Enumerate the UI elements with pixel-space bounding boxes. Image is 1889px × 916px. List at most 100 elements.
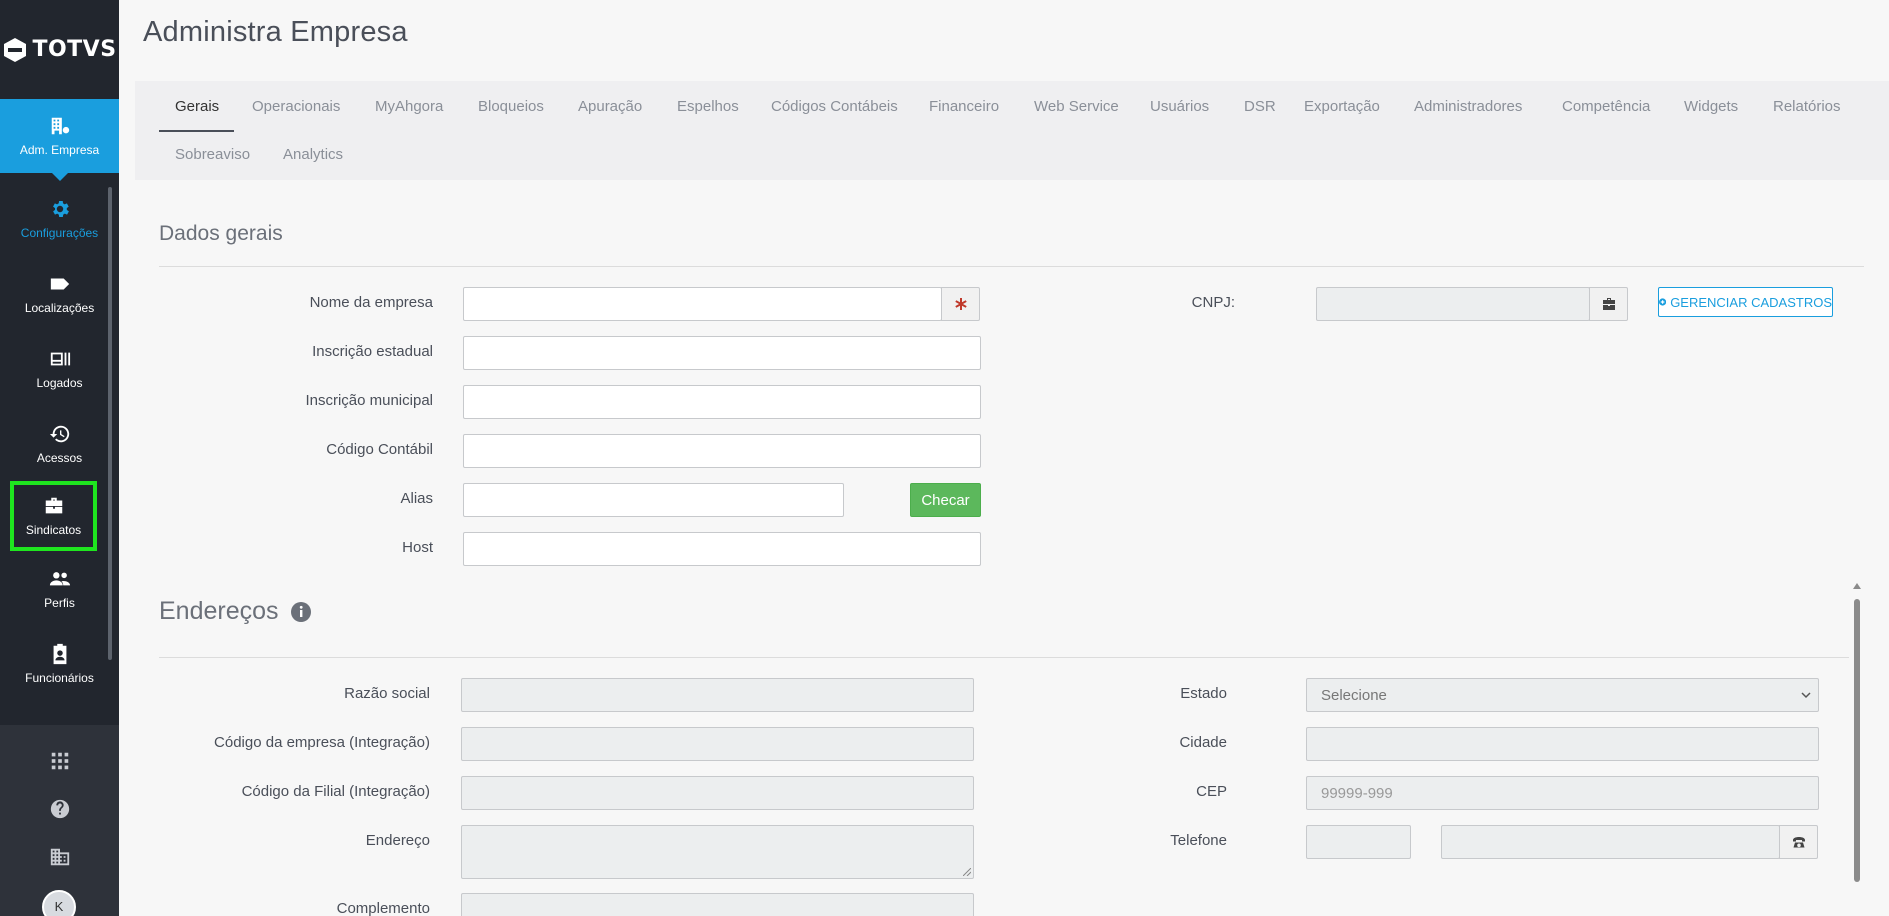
tab-usuarios[interactable]: Usuários xyxy=(1150,98,1209,115)
tab-widgets[interactable]: Widgets xyxy=(1684,98,1738,115)
label-codigo-empresa: Código da empresa (Integração) xyxy=(214,734,430,751)
label-endereco: Endereço xyxy=(365,832,430,849)
label-cnpj: CNPJ: xyxy=(1191,294,1235,311)
tab-codigos-contabeis[interactable]: Códigos Contábeis xyxy=(771,98,898,115)
asterisk-icon xyxy=(954,298,967,310)
tab-sobreaviso[interactable]: Sobreaviso xyxy=(175,146,250,163)
tab-myahgora[interactable]: MyAhgora xyxy=(375,98,443,115)
label-codigo-filial: Código da Filial (Integração) xyxy=(241,783,430,800)
telefone-ddd-input[interactable] xyxy=(1306,825,1411,859)
label-estado: Estado xyxy=(1180,685,1227,702)
sidebar-bottom xyxy=(0,725,119,916)
company-admin-icon xyxy=(51,117,69,135)
complemento-input[interactable] xyxy=(461,893,974,916)
divider xyxy=(159,266,1864,267)
tab-bloqueios[interactable]: Bloqueios xyxy=(478,98,544,115)
active-tab-indicator xyxy=(159,130,234,132)
tab-gerais[interactable]: Gerais xyxy=(175,98,219,115)
telefone-numero-input[interactable] xyxy=(1441,825,1780,859)
page-scrollbar[interactable] xyxy=(1853,583,1861,899)
tab-analytics[interactable]: Analytics xyxy=(283,146,343,163)
cnpj-input[interactable] xyxy=(1316,287,1590,321)
sidebar-item-label: Perfis xyxy=(44,595,75,610)
sidebar-item-sindicatos[interactable]: Sindicatos xyxy=(10,481,97,551)
inscricao-municipal-input[interactable] xyxy=(463,385,981,419)
apps-grid-icon[interactable] xyxy=(0,737,119,785)
scrollbar-thumb[interactable] xyxy=(1854,599,1860,882)
help-icon[interactable] xyxy=(0,785,119,833)
plus-circle-icon xyxy=(1659,298,1667,306)
tab-espelhos[interactable]: Espelhos xyxy=(677,98,739,115)
cep-input[interactable]: 99999-999 xyxy=(1306,776,1819,810)
host-input[interactable] xyxy=(463,532,981,566)
sidebar-item-label: Localizações xyxy=(24,300,95,315)
gerenciar-cadastros-label: GERENCIAR CADASTROS xyxy=(1670,294,1832,310)
inscricao-estadual-input[interactable] xyxy=(463,336,981,370)
label-complemento: Complemento xyxy=(336,900,430,916)
resize-handle-icon[interactable] xyxy=(963,868,971,876)
totvs-logo[interactable]: TOTVS xyxy=(0,0,119,99)
users-icon xyxy=(49,571,70,585)
id-card-icon xyxy=(50,352,70,365)
section-title-dados-gerais: Dados gerais xyxy=(159,222,283,245)
label-inscricao-estadual: Inscrição estadual xyxy=(312,343,433,360)
info-icon[interactable] xyxy=(291,602,311,622)
section-title-enderecos: Endereços xyxy=(159,597,279,625)
sidebar: TOTVS Adm. Empresa Configurações Localiz… xyxy=(0,0,119,916)
main-content: Dados gerais Nome da empresa Inscrição e… xyxy=(135,180,1889,916)
label-inscricao-municipal: Inscrição municipal xyxy=(305,392,433,409)
tab-relatorios[interactable]: Relatórios xyxy=(1773,98,1841,115)
nome-empresa-input[interactable] xyxy=(463,287,942,321)
page-header: Administra Empresa xyxy=(119,0,1889,67)
scroll-up-icon[interactable] xyxy=(1853,583,1861,589)
razao-social-input[interactable] xyxy=(461,678,974,712)
cep-placeholder: 99999-999 xyxy=(1321,785,1393,802)
alias-input[interactable] xyxy=(463,483,844,517)
sidebar-scrollbar[interactable] xyxy=(108,187,112,660)
sidebar-item-logados[interactable]: Logados xyxy=(0,331,119,406)
sidebar-item-localizacoes[interactable]: Localizações xyxy=(0,256,119,331)
sidebar-item-perfis[interactable]: Perfis xyxy=(0,551,119,626)
label-cep: CEP xyxy=(1196,783,1227,800)
sidebar-item-label: Funcionários xyxy=(25,670,94,685)
label-telefone: Telefone xyxy=(1170,832,1227,849)
tag-icon xyxy=(50,278,69,289)
tab-exportacao[interactable]: Exportação xyxy=(1304,98,1380,115)
divider xyxy=(159,657,1849,658)
codigo-filial-input[interactable] xyxy=(461,776,974,810)
totvs-logo-icon xyxy=(4,37,27,62)
cidade-input[interactable] xyxy=(1306,727,1819,761)
page-title: Administra Empresa xyxy=(143,16,408,48)
sidebar-item-acessos[interactable]: Acessos xyxy=(0,406,119,481)
sidebar-item-label: Sindicatos xyxy=(25,523,82,537)
sidebar-item-funcionarios[interactable]: Funcionários xyxy=(0,626,119,701)
history-icon xyxy=(49,425,69,442)
label-alias: Alias xyxy=(400,490,433,507)
sidebar-item-label: Adm. Empresa xyxy=(19,143,100,157)
endereco-textarea[interactable] xyxy=(461,825,974,879)
tab-financeiro[interactable]: Financeiro xyxy=(929,98,999,115)
sidebar-item-adm-empresa[interactable]: Adm. Empresa xyxy=(0,99,119,181)
tab-competencia[interactable]: Competência xyxy=(1562,98,1650,115)
tab-dsr[interactable]: DSR xyxy=(1244,98,1276,115)
tab-administradores[interactable]: Administradores xyxy=(1414,98,1522,115)
required-addon xyxy=(941,287,980,321)
tab-operacionais[interactable]: Operacionais xyxy=(252,98,340,115)
sidebar-item-label: Configurações xyxy=(20,225,99,240)
gerenciar-cadastros-button[interactable]: GERENCIAR CADASTROS xyxy=(1658,287,1833,317)
gear-icon xyxy=(52,200,69,217)
building-icon[interactable] xyxy=(0,833,119,881)
avatar[interactable]: K xyxy=(42,890,76,916)
tab-web-service[interactable]: Web Service xyxy=(1034,98,1119,115)
label-razao-social: Razão social xyxy=(344,685,430,702)
cnpj-addon-button[interactable] xyxy=(1589,287,1628,321)
codigo-empresa-input[interactable] xyxy=(461,727,974,761)
tab-apuracao[interactable]: Apuração xyxy=(578,98,642,115)
sidebar-item-label: Logados xyxy=(36,375,83,390)
label-host: Host xyxy=(402,539,433,556)
label-cidade: Cidade xyxy=(1179,734,1227,751)
estado-select[interactable]: Selecione xyxy=(1306,678,1819,712)
codigo-contabil-input[interactable] xyxy=(463,434,981,468)
checar-button[interactable]: Checar xyxy=(910,483,981,517)
sidebar-item-configuracoes[interactable]: Configurações xyxy=(0,181,119,256)
